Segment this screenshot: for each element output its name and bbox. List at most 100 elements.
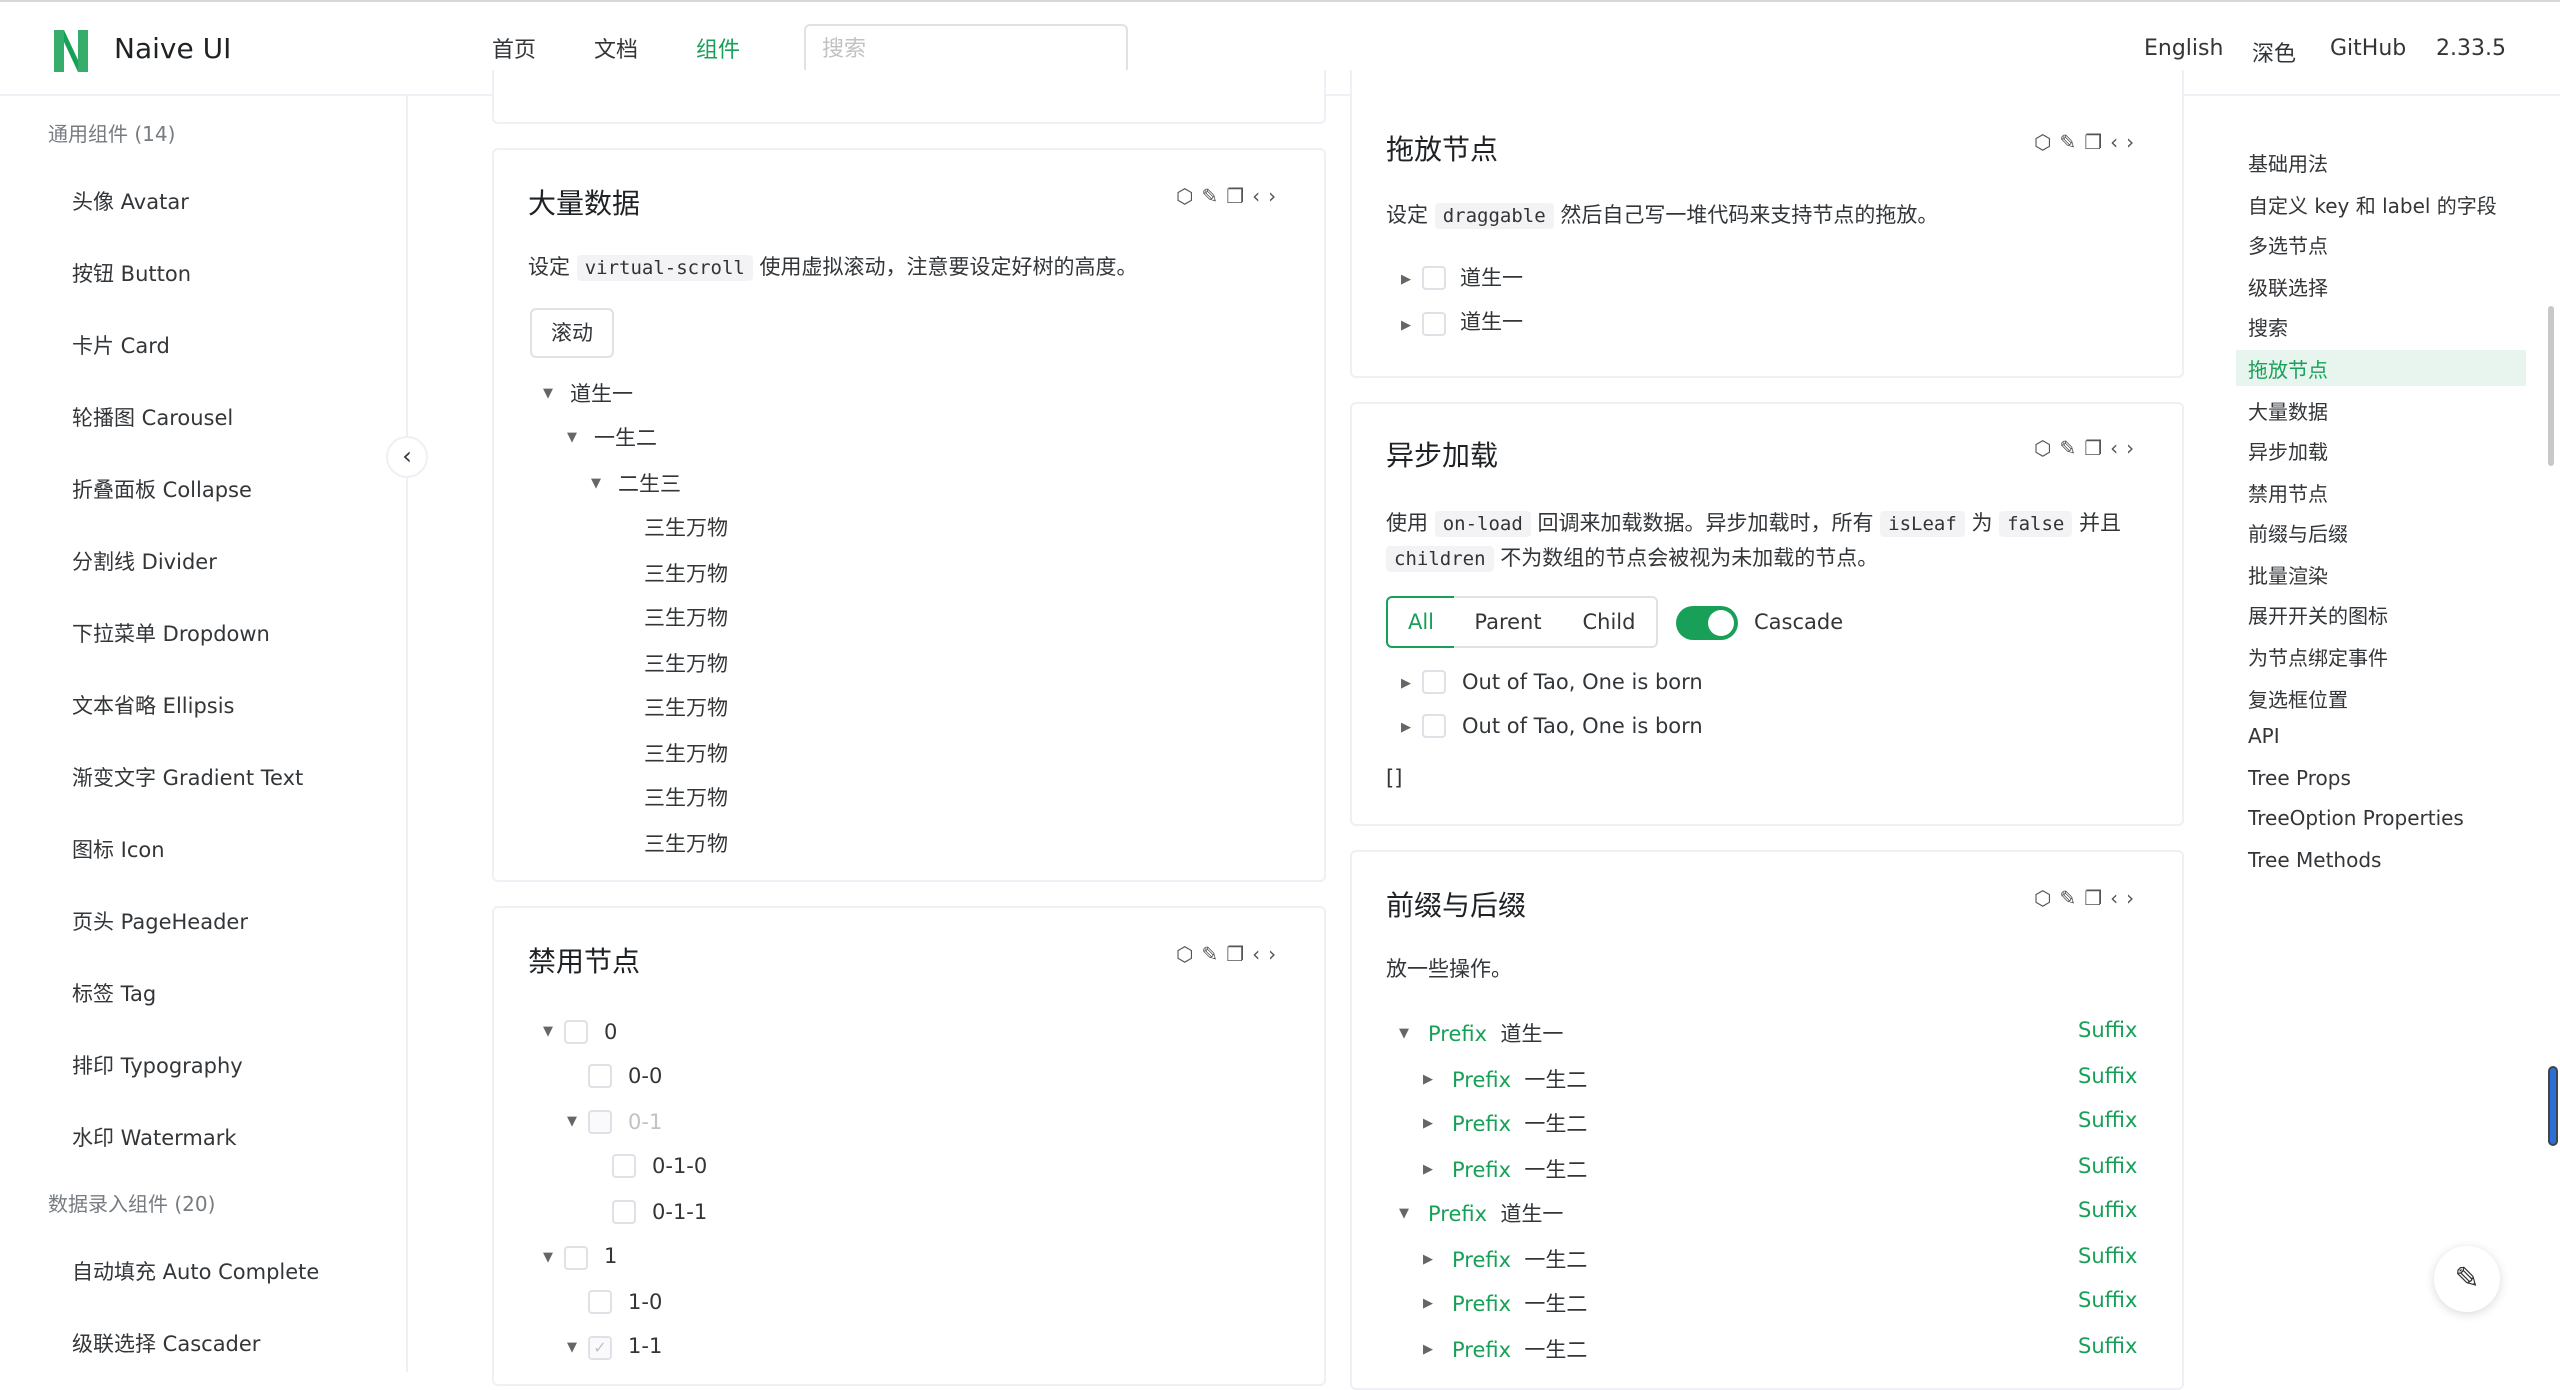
caret-right-icon[interactable]: ▶ — [1418, 1162, 1438, 1177]
code-icon[interactable]: ‹› — [1252, 942, 1284, 966]
cube-icon[interactable]: ⬡ — [1176, 184, 1201, 208]
nav-home[interactable]: 首页 — [492, 32, 536, 64]
caret-right-icon[interactable]: ▶ — [1418, 1342, 1438, 1357]
version-label[interactable]: 2.33.5 — [2436, 36, 2506, 61]
caret-right-icon[interactable]: ▶ — [1396, 720, 1416, 735]
tree-node[interactable]: Prefix 一生二 — [1452, 1064, 1587, 1096]
caret-right-icon[interactable]: ▶ — [1418, 1296, 1438, 1311]
tree-node[interactable]: 三生万物 — [644, 692, 728, 724]
copy-icon[interactable]: ❐ — [2084, 886, 2110, 910]
language-toggle[interactable]: English — [2144, 36, 2223, 61]
tree-node[interactable]: 1-0 — [628, 1286, 662, 1318]
sidebar-item-icon[interactable]: 图标 Icon — [72, 834, 165, 864]
tree-checkbox[interactable] — [1422, 714, 1446, 738]
tree-node[interactable]: 三生万物 — [644, 602, 728, 634]
scroll-button[interactable]: 滚动 — [530, 308, 614, 358]
cube-icon[interactable]: ⬡ — [2034, 130, 2059, 154]
tree-node[interactable]: Prefix 一生二 — [1452, 1108, 1587, 1140]
tree-node[interactable]: Prefix 道生一 — [1428, 1018, 1563, 1050]
sidebar-item-page-header[interactable]: 页头 PageHeader — [72, 906, 248, 936]
tree-node[interactable]: Prefix 一生二 — [1452, 1244, 1587, 1276]
toc-item[interactable]: 基础用法 — [2248, 148, 2328, 177]
tree-node[interactable]: 0-0 — [628, 1060, 662, 1092]
tree-node[interactable]: 0-1-1 — [652, 1196, 707, 1228]
tree-node[interactable]: Prefix 一生二 — [1452, 1288, 1587, 1320]
caret-right-icon[interactable]: ▶ — [1396, 676, 1416, 691]
segment-child[interactable]: Child — [1562, 596, 1658, 648]
toc-item[interactable]: 批量渲染 — [2248, 560, 2328, 589]
code-icon[interactable]: ‹› — [2110, 886, 2142, 910]
sidebar-item-typography[interactable]: 排印 Typography — [72, 1050, 243, 1080]
sidebar-item-button[interactable]: 按钮 Button — [72, 258, 191, 288]
sidebar-item-divider[interactable]: 分割线 Divider — [72, 546, 217, 576]
toc-item[interactable]: 异步加载 — [2248, 436, 2328, 465]
toc-item-active[interactable]: 拖放节点 — [2248, 354, 2328, 383]
tree-checkbox[interactable] — [588, 1290, 612, 1314]
toc-item[interactable]: 大量数据 — [2248, 396, 2328, 425]
nav-components[interactable]: 组件 — [696, 32, 740, 64]
tree-checkbox[interactable] — [1422, 312, 1446, 336]
edit-icon[interactable]: ✎ — [2059, 886, 2084, 910]
sidebar-item-dropdown[interactable]: 下拉菜单 Dropdown — [72, 618, 270, 648]
tree-node[interactable]: Out of Tao, One is born — [1462, 666, 1703, 698]
tree-checkbox[interactable] — [564, 1246, 588, 1270]
segment-all[interactable]: All — [1386, 596, 1456, 648]
caret-down-icon[interactable]: ▼ — [562, 430, 582, 445]
tree-node[interactable]: 道生一 — [570, 378, 633, 410]
toc-item[interactable]: 自定义 key 和 label 的字段 — [2248, 190, 2497, 219]
tree-node[interactable]: 三生万物 — [644, 512, 728, 544]
brand-name[interactable]: Naive UI — [114, 32, 231, 65]
search-input[interactable] — [804, 24, 1128, 74]
caret-down-icon[interactable]: ▼ — [538, 386, 558, 401]
cube-icon[interactable]: ⬡ — [2034, 886, 2059, 910]
code-icon[interactable]: ‹› — [1252, 184, 1284, 208]
sidebar-item-watermark[interactable]: 水印 Watermark — [72, 1122, 237, 1152]
tree-node[interactable]: 三生万物 — [644, 738, 728, 770]
toc-item[interactable]: 复选框位置 — [2248, 684, 2348, 713]
sidebar-item-collapse[interactable]: 折叠面板 Collapse — [72, 474, 252, 504]
naive-ui-logo-icon[interactable] — [50, 26, 92, 76]
browser-scroll-indicator[interactable] — [2548, 1066, 2558, 1146]
toc-item[interactable]: 级联选择 — [2248, 272, 2328, 301]
sidebar-item-gradient-text[interactable]: 渐变文字 Gradient Text — [72, 762, 303, 792]
sidebar-item-auto-complete[interactable]: 自动填充 Auto Complete — [72, 1256, 319, 1286]
sidebar-item-tag[interactable]: 标签 Tag — [72, 978, 156, 1008]
toc-item[interactable]: 前缀与后缀 — [2248, 518, 2348, 547]
tree-checkbox[interactable] — [1422, 670, 1446, 694]
sidebar-collapse-button[interactable]: ‹ — [386, 436, 428, 478]
tree-node[interactable]: 三生万物 — [644, 828, 728, 860]
cube-icon[interactable]: ⬡ — [2034, 436, 2059, 460]
tree-node[interactable]: 1-1 — [628, 1330, 662, 1362]
copy-icon[interactable]: ❐ — [2084, 130, 2110, 154]
toc-item[interactable]: Tree Methods — [2248, 848, 2381, 872]
tree-node[interactable]: 三生万物 — [644, 558, 728, 590]
caret-right-icon[interactable]: ▶ — [1418, 1252, 1438, 1267]
cube-icon[interactable]: ⬡ — [1176, 942, 1201, 966]
sidebar-item-ellipsis[interactable]: 文本省略 Ellipsis — [72, 690, 235, 720]
toc-item[interactable]: API — [2248, 724, 2280, 748]
copy-icon[interactable]: ❐ — [1226, 184, 1252, 208]
caret-down-icon[interactable]: ▼ — [562, 1114, 582, 1129]
sidebar-item-carousel[interactable]: 轮播图 Carousel — [72, 402, 233, 432]
toc-item[interactable]: 禁用节点 — [2248, 478, 2328, 507]
tree-checkbox[interactable] — [612, 1200, 636, 1224]
tree-checkbox[interactable] — [1422, 266, 1446, 290]
toc-item[interactable]: Tree Props — [2248, 766, 2351, 790]
tree-node[interactable]: 道生一 — [1460, 306, 1523, 338]
caret-down-icon[interactable]: ▼ — [538, 1250, 558, 1265]
toc-item[interactable]: 多选节点 — [2248, 230, 2328, 259]
caret-down-icon[interactable]: ▼ — [586, 476, 606, 491]
tree-node[interactable]: Prefix 一生二 — [1452, 1334, 1587, 1366]
tree-node[interactable]: 0 — [604, 1016, 617, 1048]
tree-node[interactable]: 三生万物 — [644, 648, 728, 680]
tree-node[interactable]: Out of Tao, One is born — [1462, 710, 1703, 742]
theme-edit-button[interactable]: ✎ — [2434, 1246, 2500, 1312]
edit-icon[interactable]: ✎ — [2059, 130, 2084, 154]
github-link[interactable]: GitHub — [2330, 36, 2406, 61]
tree-node[interactable]: Prefix 道生一 — [1428, 1198, 1563, 1230]
tree-node[interactable]: 二生三 — [618, 468, 681, 500]
tree-node[interactable]: 道生一 — [1460, 262, 1523, 294]
tree-node[interactable]: 三生万物 — [644, 782, 728, 814]
caret-right-icon[interactable]: ▶ — [1396, 318, 1416, 333]
toc-item[interactable]: TreeOption Properties — [2248, 806, 2464, 830]
